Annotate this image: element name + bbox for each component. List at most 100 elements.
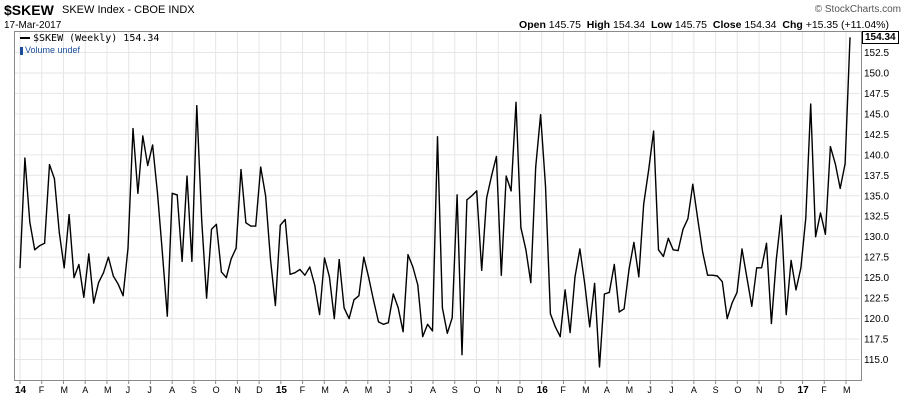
data-point <box>39 245 41 247</box>
data-point <box>800 267 802 269</box>
data-point <box>412 266 414 268</box>
data-point <box>436 136 439 138</box>
data-point <box>417 284 419 286</box>
data-point <box>127 247 129 249</box>
data-point <box>598 366 601 368</box>
data-point <box>736 291 738 293</box>
data-point <box>564 289 566 291</box>
data-point <box>88 253 90 255</box>
data-point <box>220 271 222 273</box>
data-point <box>746 277 748 279</box>
data-point <box>166 315 168 317</box>
series-line-skew <box>19 37 851 368</box>
data-point <box>721 281 723 283</box>
data-point <box>824 233 827 235</box>
data-point <box>29 221 31 223</box>
data-point <box>44 242 46 244</box>
x-tick-label: M <box>582 385 590 395</box>
data-point <box>176 194 178 196</box>
y-tick-label: 130.0 <box>864 232 889 243</box>
data-point <box>323 257 326 259</box>
x-tick-label: F <box>39 385 45 395</box>
y-tick-label: 132.5 <box>864 212 889 223</box>
data-point <box>299 268 301 271</box>
data-point <box>397 307 399 309</box>
data-point <box>171 192 173 194</box>
data-point <box>775 259 777 261</box>
x-tick-label: M <box>321 385 329 395</box>
x-tick-label: O <box>213 385 220 395</box>
x-tick-label: M <box>626 385 634 395</box>
data-point <box>373 300 375 302</box>
data-point <box>707 274 709 276</box>
data-point <box>107 256 109 258</box>
data-point <box>549 313 552 315</box>
data-point <box>672 249 674 251</box>
data-point <box>594 282 596 284</box>
data-point <box>756 267 758 269</box>
data-point <box>289 273 291 275</box>
data-point <box>731 302 733 304</box>
data-point <box>741 248 743 250</box>
data-point <box>250 225 252 227</box>
data-point <box>58 232 60 234</box>
x-tick-label: 14 <box>15 385 27 396</box>
legend-line-swatch <box>20 37 30 39</box>
data-point <box>810 103 812 105</box>
data-point <box>93 302 95 304</box>
data-point <box>147 164 149 167</box>
data-point <box>265 195 267 197</box>
y-tick-label: 117.5 <box>864 335 889 346</box>
data-point <box>579 248 581 250</box>
data-point <box>53 178 56 180</box>
x-tick-label: A <box>343 385 349 395</box>
volume-legend: Volume undef <box>20 45 80 55</box>
y-tick-label: 115.0 <box>864 355 889 366</box>
data-point <box>613 263 615 266</box>
data-point <box>795 289 797 291</box>
x-tick-label: S <box>452 385 458 395</box>
data-point <box>269 259 272 261</box>
data-point <box>48 164 51 166</box>
y-tick-label: 147.5 <box>864 89 889 100</box>
x-tick-label: J <box>408 385 413 395</box>
x-tick-label: S <box>713 385 719 395</box>
x-tick-label: J <box>647 385 652 395</box>
data-point <box>648 169 650 171</box>
data-point <box>687 218 689 220</box>
data-point <box>476 190 478 192</box>
data-point <box>530 282 532 284</box>
data-point <box>495 155 497 158</box>
data-point <box>515 101 517 103</box>
data-point <box>540 114 542 116</box>
data-point <box>382 323 384 325</box>
data-point <box>466 199 468 201</box>
y-tick-label: 135.0 <box>864 191 889 202</box>
data-point <box>849 37 851 39</box>
data-point <box>702 251 704 253</box>
data-point <box>657 249 660 251</box>
data-point <box>628 268 630 271</box>
data-point <box>343 307 345 309</box>
data-point <box>161 252 163 254</box>
data-point <box>328 276 330 278</box>
x-tick-label: N <box>756 385 763 395</box>
data-point <box>603 293 606 295</box>
data-point <box>387 322 389 324</box>
last-value-tag: 154.34 <box>862 30 899 44</box>
data-point <box>407 254 409 256</box>
data-point <box>210 228 213 230</box>
data-point <box>834 163 836 165</box>
data-point <box>608 291 610 293</box>
legend-series-label: $SKEW (Weekly) 154.34 <box>33 33 160 44</box>
y-tick-label: 150.0 <box>864 68 889 79</box>
data-point <box>260 166 262 168</box>
data-point <box>294 272 296 274</box>
x-tick-label: J <box>669 385 674 395</box>
x-tick-label: S <box>191 385 197 395</box>
x-tick-label: J <box>387 385 392 395</box>
x-tick-label: M <box>365 385 373 395</box>
data-point <box>815 236 817 238</box>
data-point <box>98 282 100 284</box>
data-point <box>662 255 665 257</box>
